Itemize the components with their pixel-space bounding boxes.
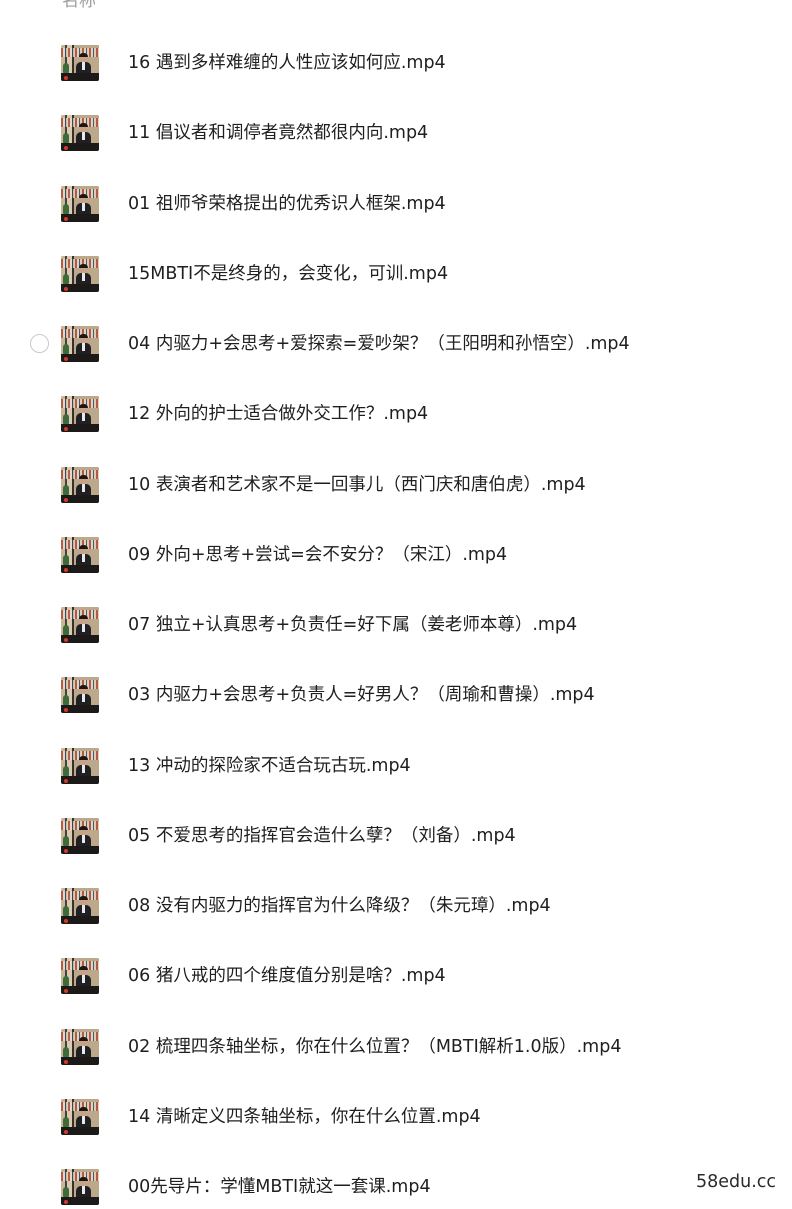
file-name[interactable]: 01 祖师爷荣格提出的优秀识人框架.mp4 <box>128 193 446 215</box>
video-thumbnail-icon <box>61 185 99 222</box>
file-list: 16 遇到多样难缠的人性应该如何应.mp4 11 倡议者和调停者竟然都很内向.m… <box>0 29 792 1209</box>
file-name[interactable]: 06 猪八戒的四个维度值分别是啥？.mp4 <box>128 965 446 987</box>
file-row[interactable]: 07 独立+认真思考+负责任=好下属（姜老师本尊）.mp4 <box>0 591 792 661</box>
video-thumbnail-icon <box>61 255 99 292</box>
file-row[interactable]: 00先导片：学懂MBTI就这一套课.mp4 <box>0 1153 792 1209</box>
file-name[interactable]: 15MBTI不是终身的，会变化，可训.mp4 <box>128 263 448 285</box>
video-thumbnail-icon <box>61 888 99 924</box>
file-name[interactable]: 08 没有内驱力的指挥官为什么降级？（朱元璋）.mp4 <box>128 895 551 917</box>
select-checkbox[interactable] <box>30 334 49 353</box>
video-thumbnail-icon <box>61 1169 99 1205</box>
file-name[interactable]: 03 内驱力+会思考+负责人=好男人？（周瑜和曹操）.mp4 <box>128 684 595 706</box>
video-thumbnail-icon <box>61 958 99 995</box>
file-row[interactable]: 02 梳理四条轴坐标，你在什么位置？（MBTI解析1.0版）.mp4 <box>0 1013 792 1083</box>
file-name[interactable]: 11 倡议者和调停者竟然都很内向.mp4 <box>128 122 428 144</box>
video-thumbnail-icon <box>61 45 99 81</box>
video-thumbnail-icon <box>61 817 99 854</box>
video-thumbnail-icon <box>61 747 99 784</box>
file-row[interactable]: 09 外向+思考+尝试=会不安分？（宋江）.mp4 <box>0 521 792 591</box>
column-header-name[interactable]: 名称 <box>62 0 96 12</box>
file-row[interactable]: 14 清晰定义四条轴坐标，你在什么位置.mp4 <box>0 1083 792 1153</box>
file-name[interactable]: 07 独立+认真思考+负责任=好下属（姜老师本尊）.mp4 <box>128 614 577 636</box>
file-name[interactable]: 12 外向的护士适合做外交工作？.mp4 <box>128 403 428 425</box>
file-row[interactable]: 01 祖师爷荣格提出的优秀识人框架.mp4 <box>0 170 792 240</box>
file-name[interactable]: 05 不爱思考的指挥官会造什么孽？（刘备）.mp4 <box>128 825 516 847</box>
file-row[interactable]: 04 内驱力+会思考+爱探索=爱吵架？（王阳明和孙悟空）.mp4 <box>0 310 792 380</box>
file-browser: 名称 16 遇到多样难缠的人性应该如何应.mp4 11 倡议者和调停者竟然都很内… <box>0 0 792 1209</box>
video-thumbnail-icon <box>61 677 99 714</box>
video-thumbnail-icon <box>61 396 99 433</box>
video-thumbnail-icon <box>61 536 99 573</box>
file-name[interactable]: 00先导片：学懂MBTI就这一套课.mp4 <box>128 1176 431 1198</box>
file-name[interactable]: 10 表演者和艺术家不是一回事儿（西门庆和唐伯虎）.mp4 <box>128 474 586 496</box>
video-thumbnail-icon <box>61 466 99 503</box>
watermark: 58edu.cc <box>694 1171 779 1193</box>
file-row[interactable]: 12 外向的护士适合做外交工作？.mp4 <box>0 380 792 450</box>
file-row[interactable]: 11 倡议者和调停者竟然都很内向.mp4 <box>0 99 792 169</box>
file-row[interactable]: 06 猪八戒的四个维度值分别是啥？.mp4 <box>0 942 792 1012</box>
file-name[interactable]: 09 外向+思考+尝试=会不安分？（宋江）.mp4 <box>128 544 507 566</box>
file-name[interactable]: 16 遇到多样难缠的人性应该如何应.mp4 <box>128 52 446 74</box>
video-thumbnail-icon <box>61 326 99 362</box>
file-row[interactable]: 03 内驱力+会思考+负责人=好男人？（周瑜和曹操）.mp4 <box>0 661 792 731</box>
file-name[interactable]: 13 冲动的探险家不适合玩古玩.mp4 <box>128 755 411 777</box>
file-row[interactable]: 15MBTI不是终身的，会变化，可训.mp4 <box>0 240 792 310</box>
file-name[interactable]: 02 梳理四条轴坐标，你在什么位置？（MBTI解析1.0版）.mp4 <box>128 1036 621 1058</box>
file-row[interactable]: 10 表演者和艺术家不是一回事儿（西门庆和唐伯虎）.mp4 <box>0 451 792 521</box>
file-row[interactable]: 13 冲动的探险家不适合玩古玩.mp4 <box>0 732 792 802</box>
video-thumbnail-icon <box>61 1028 99 1065</box>
file-name[interactable]: 04 内驱力+会思考+爱探索=爱吵架？（王阳明和孙悟空）.mp4 <box>128 333 630 355</box>
video-thumbnail-icon <box>61 115 99 152</box>
video-thumbnail-icon <box>61 607 99 643</box>
video-thumbnail-icon <box>61 1098 99 1135</box>
file-row[interactable]: 05 不爱思考的指挥官会造什么孽？（刘备）.mp4 <box>0 802 792 872</box>
file-row[interactable]: 08 没有内驱力的指挥官为什么降级？（朱元璋）.mp4 <box>0 872 792 942</box>
file-name[interactable]: 14 清晰定义四条轴坐标，你在什么位置.mp4 <box>128 1106 481 1128</box>
file-row[interactable]: 16 遇到多样难缠的人性应该如何应.mp4 <box>0 29 792 99</box>
